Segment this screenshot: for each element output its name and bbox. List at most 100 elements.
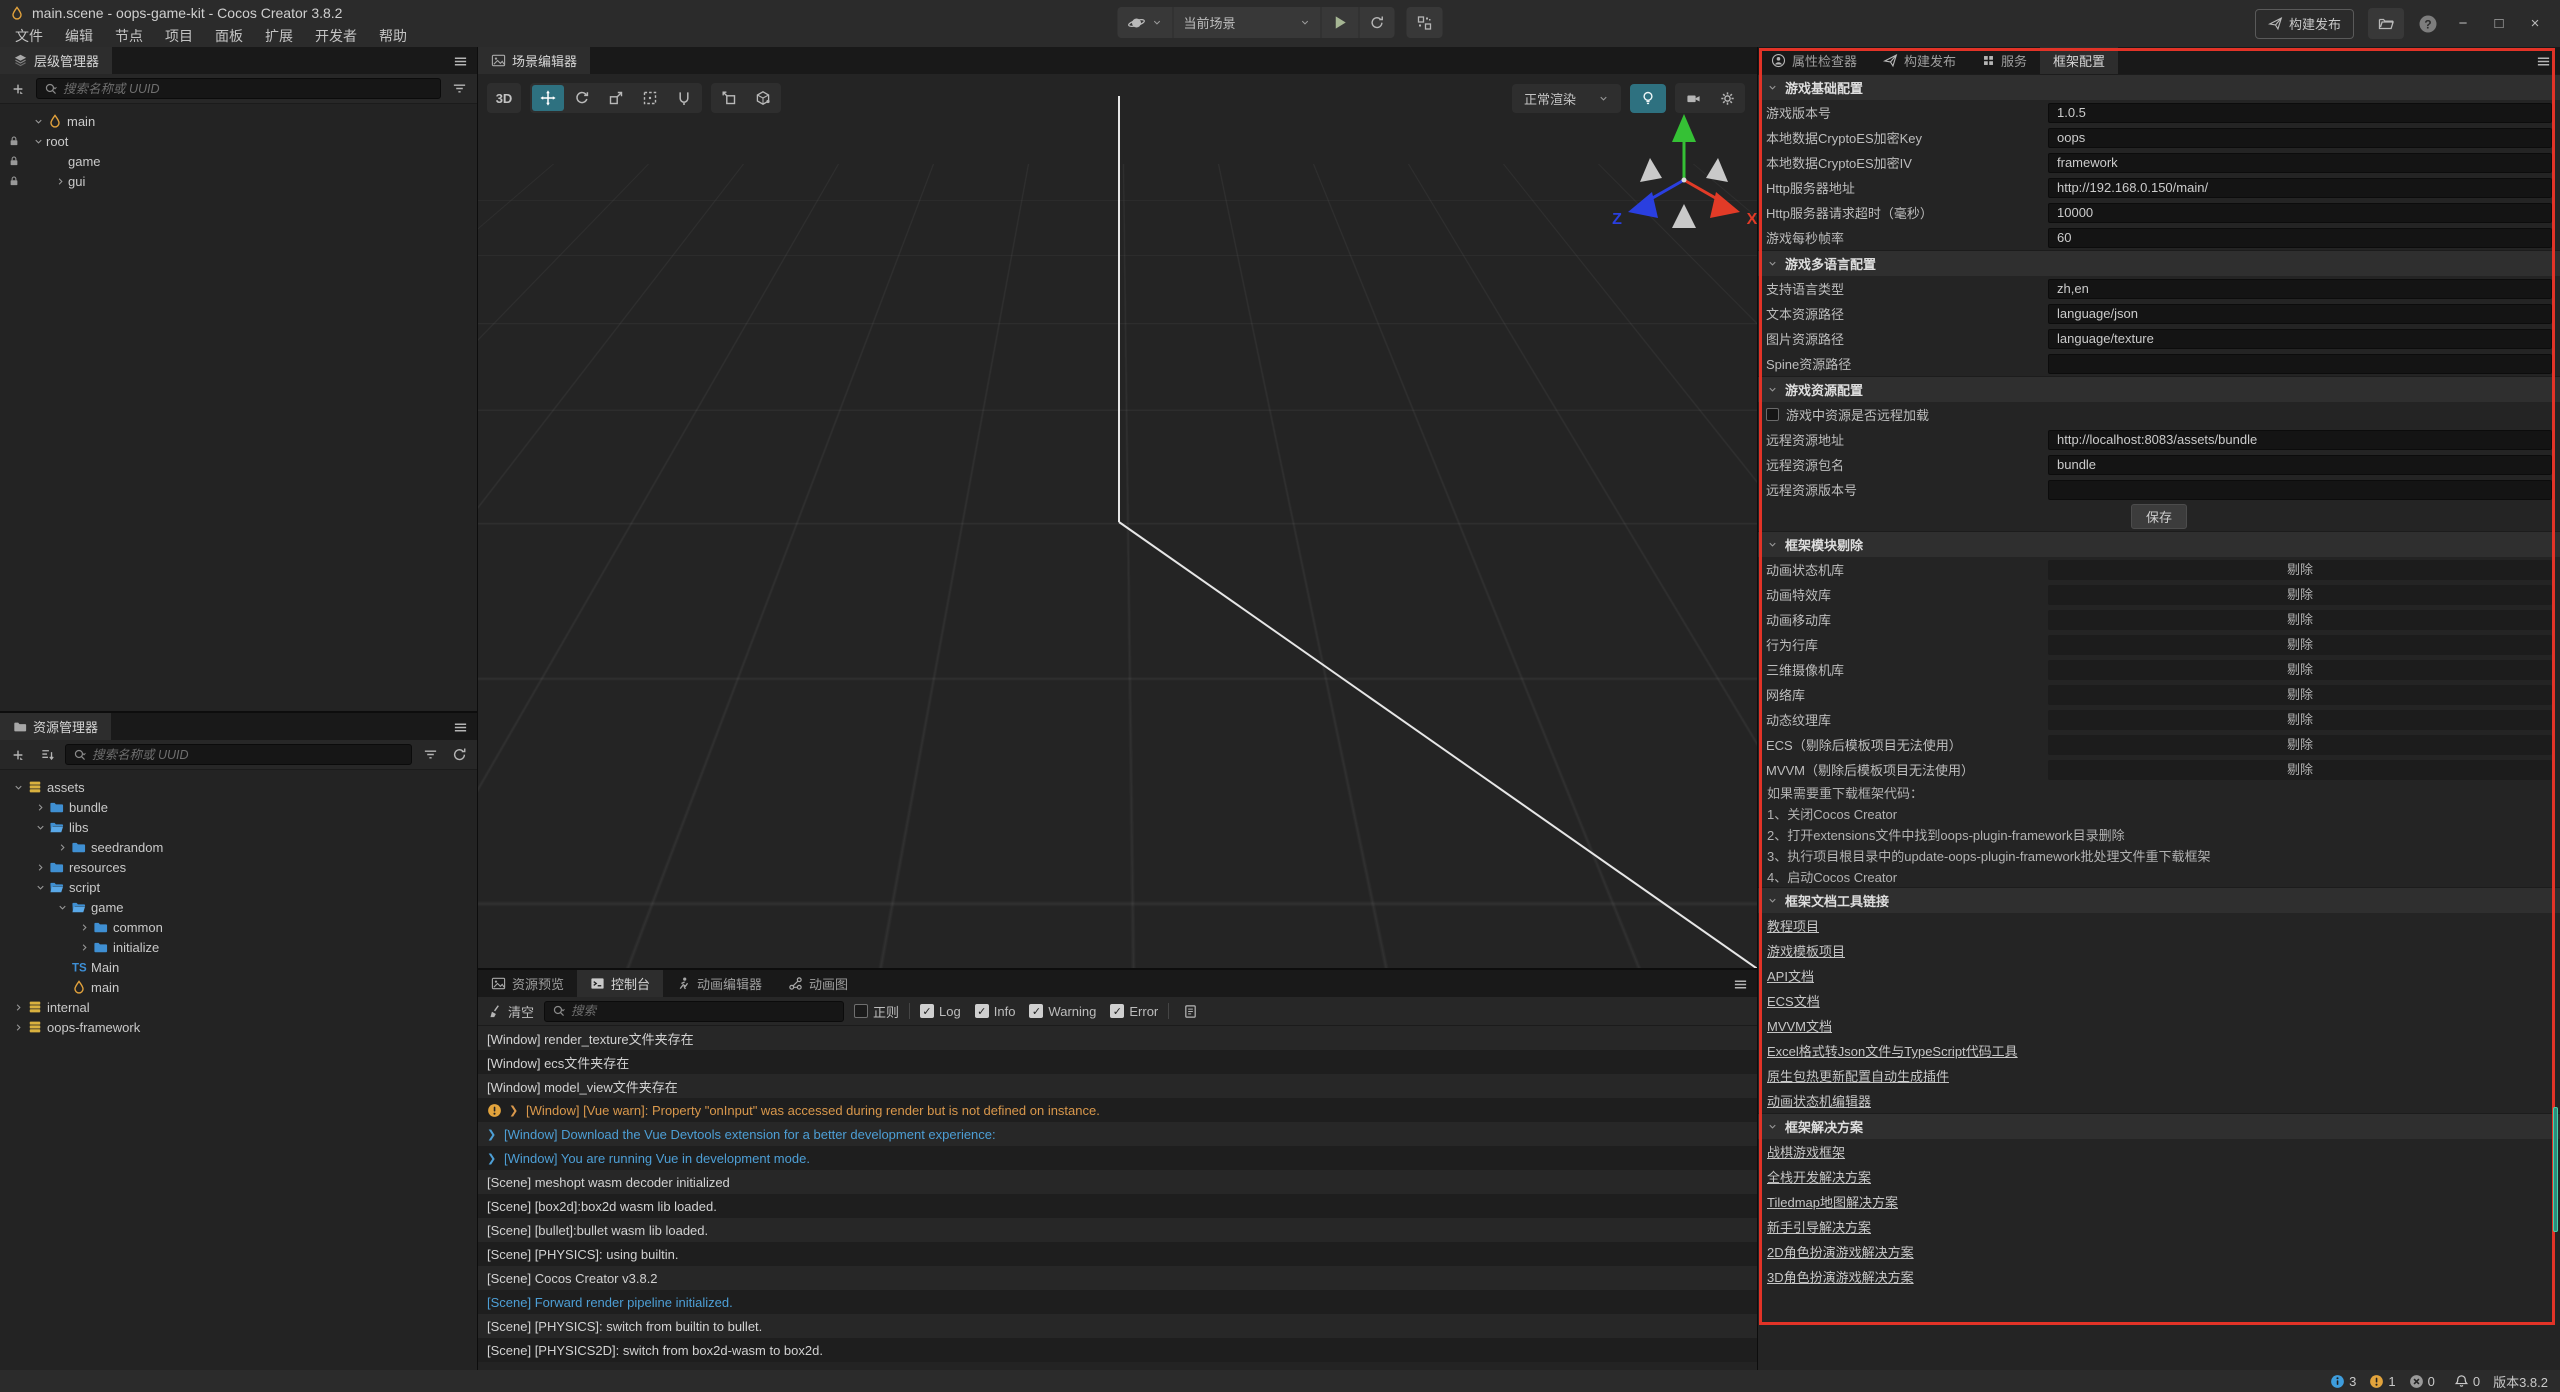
menu-item[interactable]: 节点 [104,25,154,47]
create-node-button[interactable] [7,78,29,100]
scene-light-toggle[interactable] [1630,84,1666,113]
expander-toggle[interactable] [30,133,46,149]
tree-row[interactable]: assets [0,777,477,797]
export-log-icon[interactable] [1179,1000,1201,1022]
cull-button[interactable]: 剔除 [2048,585,2552,605]
doc-link[interactable]: 2D角色扮演游戏解决方案 [1767,1242,1914,1261]
doc-link[interactable]: API文档 [1767,966,1814,985]
field-input[interactable] [2048,103,2552,123]
tree-row[interactable]: initialize [0,937,477,957]
filter-icon[interactable] [419,744,441,766]
sort-assets-icon[interactable] [36,744,58,766]
field-input[interactable] [2048,455,2552,475]
tool-scale-button[interactable] [600,85,632,111]
tree-row[interactable]: game [0,897,477,917]
field-input[interactable] [2048,228,2552,248]
help-button[interactable]: ? [2418,14,2438,34]
tab-scene-editor[interactable]: 场景编辑器 [478,47,590,74]
field-input[interactable] [2048,153,2552,173]
play-button[interactable] [1322,7,1360,38]
expander-toggle[interactable] [76,939,92,955]
section-header[interactable]: 框架解决方案 [1758,1113,2560,1139]
filter-icon[interactable] [448,78,470,100]
tree-row[interactable]: bundle [0,797,477,817]
cull-button[interactable]: 剔除 [2048,610,2552,630]
tool-anchor-button[interactable] [668,85,700,111]
section-header[interactable]: 游戏基础配置 [1758,74,2560,100]
status-info-count[interactable]: 3 [2330,1374,2356,1389]
field-input[interactable] [2048,304,2552,324]
expander-toggle[interactable] [10,999,26,1015]
expander-toggle[interactable] [10,1019,26,1035]
tree-row[interactable]: TSMain [0,957,477,977]
expander-toggle[interactable] [76,919,92,935]
expand-chevron-icon[interactable]: ❯ [487,1128,497,1141]
section-header[interactable]: 游戏资源配置 [1758,376,2560,402]
menu-item[interactable]: 扩展 [254,25,304,47]
hierarchy-search-input[interactable] [63,82,433,96]
status-error-count[interactable]: 0 [2409,1374,2435,1389]
tree-row[interactable]: main [0,111,477,131]
reload-button[interactable] [1360,7,1395,38]
toggle-3d-button[interactable]: 3D [487,83,521,113]
filter-warning-checkbox[interactable]: ✓Warning [1029,1004,1096,1019]
assets-search-input[interactable] [92,748,404,762]
tab-构建发布[interactable]: 构建发布 [1870,47,1969,74]
tab-动画图[interactable]: 动画图 [775,970,861,997]
expander-toggle[interactable] [54,839,70,855]
doc-link[interactable]: 战棋游戏框架 [1767,1142,1845,1161]
scene-camera-button[interactable] [1677,85,1709,111]
regex-checkbox[interactable]: 正则 [854,1002,899,1021]
tool-rect-button[interactable] [634,85,666,111]
tree-row[interactable]: game [0,151,477,171]
menu-item[interactable]: 面板 [204,25,254,47]
save-button[interactable]: 保存 [2131,504,2187,529]
menu-item[interactable]: 帮助 [368,25,418,47]
doc-link[interactable]: 动画状态机编辑器 [1767,1091,1871,1110]
expander-toggle[interactable] [10,779,26,795]
tree-row[interactable]: script [0,877,477,897]
menu-item[interactable]: 文件 [4,25,54,47]
tree-row[interactable]: oops-framework [0,1017,477,1037]
tab-assets[interactable]: 资源管理器 [0,713,111,740]
doc-link[interactable]: 原生包热更新配置自动生成插件 [1767,1066,1949,1085]
orientation-gizmo[interactable]: Y X Z [1604,96,1757,256]
tab-动画编辑器[interactable]: 动画编辑器 [663,970,775,997]
maximize-button[interactable]: □ [2488,15,2510,32]
tree-row[interactable]: seedrandom [0,837,477,857]
section-header[interactable]: 框架模块剔除 [1758,531,2560,557]
field-input[interactable] [2048,354,2552,374]
expand-chevron-icon[interactable]: ❯ [487,1152,497,1165]
menu-item[interactable]: 编辑 [54,25,104,47]
doc-link[interactable]: MVVM文档 [1767,1016,1832,1035]
create-asset-button[interactable] [7,744,29,766]
tab-hierarchy[interactable]: 层级管理器 [0,47,112,74]
tree-row[interactable]: root [0,131,477,151]
remote-load-checkbox[interactable] [1766,408,1779,421]
scene-select[interactable]: 当前场景 [1174,7,1322,38]
hamburger-menu-icon[interactable] [2536,54,2551,69]
hamburger-menu-icon[interactable] [1733,977,1748,992]
cull-button[interactable]: 剔除 [2048,685,2552,705]
cull-button[interactable]: 剔除 [2048,635,2552,655]
tree-row[interactable]: common [0,917,477,937]
cull-button[interactable]: 剔除 [2048,710,2552,730]
menu-item[interactable]: 开发者 [304,25,368,47]
expander-toggle[interactable] [32,879,48,895]
filter-info-checkbox[interactable]: ✓Info [975,1004,1016,1019]
expander-toggle[interactable] [32,859,48,875]
tab-服务[interactable]: 服务 [1969,47,2040,74]
gear-icon[interactable] [1711,85,1743,111]
render-mode-select[interactable]: 正常渲染 [1512,84,1621,113]
hamburger-menu-icon[interactable] [453,720,468,735]
section-header[interactable]: 游戏多语言配置 [1758,250,2560,276]
doc-link[interactable]: 新手引导解决方案 [1767,1217,1871,1236]
doc-link[interactable]: 教程项目 [1767,916,1819,935]
field-input[interactable] [2048,430,2552,450]
filter-error-checkbox[interactable]: ✓Error [1110,1004,1158,1019]
field-input[interactable] [2048,203,2552,223]
tool-gizmo-cube-button[interactable] [747,85,779,111]
cull-button[interactable]: 剔除 [2048,560,2552,580]
expander-toggle[interactable] [52,173,68,189]
expander-toggle[interactable] [54,899,70,915]
